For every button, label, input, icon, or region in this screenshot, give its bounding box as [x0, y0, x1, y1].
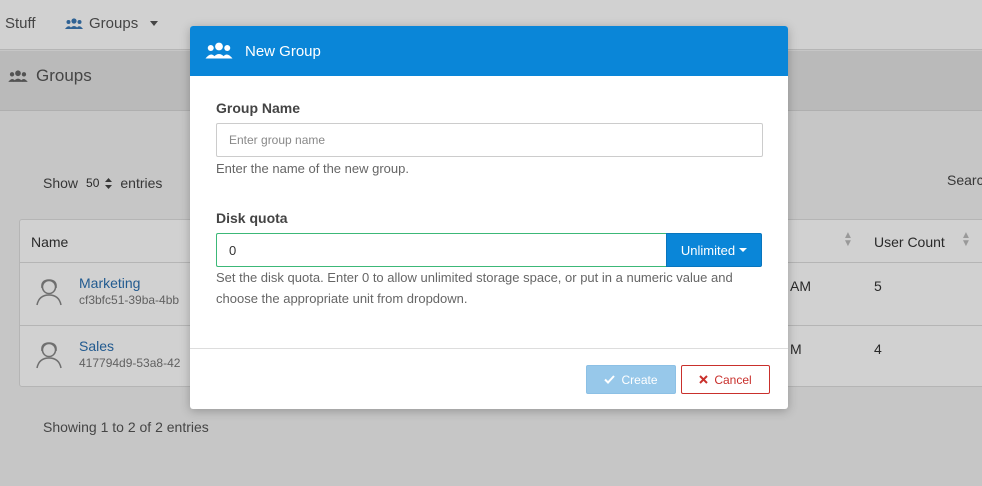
- dialog-title: New Group: [245, 42, 321, 60]
- dialog-header: New Group: [190, 26, 788, 76]
- disk-quota-help: Set the disk quota. Enter 0 to allow unl…: [216, 270, 733, 306]
- cancel-label: Cancel: [714, 372, 752, 387]
- group-name-input[interactable]: [216, 123, 763, 157]
- group-name-help: Enter the name of the new group.: [216, 161, 409, 176]
- dialog-footer: Create Cancel: [190, 348, 788, 409]
- quota-unit-label: Unlimited: [680, 242, 736, 258]
- check-icon: [604, 375, 616, 384]
- close-icon: [699, 375, 709, 384]
- new-group-dialog: New Group Group Name Enter the name of t…: [190, 26, 788, 409]
- create-button[interactable]: Create: [586, 365, 676, 394]
- disk-quota-label: Disk quota: [216, 210, 288, 226]
- caret-down-icon: [739, 248, 748, 252]
- quota-unit-dropdown[interactable]: Unlimited: [666, 233, 762, 267]
- create-label: Create: [621, 372, 658, 387]
- disk-quota-input[interactable]: [216, 233, 666, 267]
- users-icon: [205, 42, 233, 59]
- group-name-label: Group Name: [216, 100, 301, 116]
- cancel-button[interactable]: Cancel: [681, 365, 770, 394]
